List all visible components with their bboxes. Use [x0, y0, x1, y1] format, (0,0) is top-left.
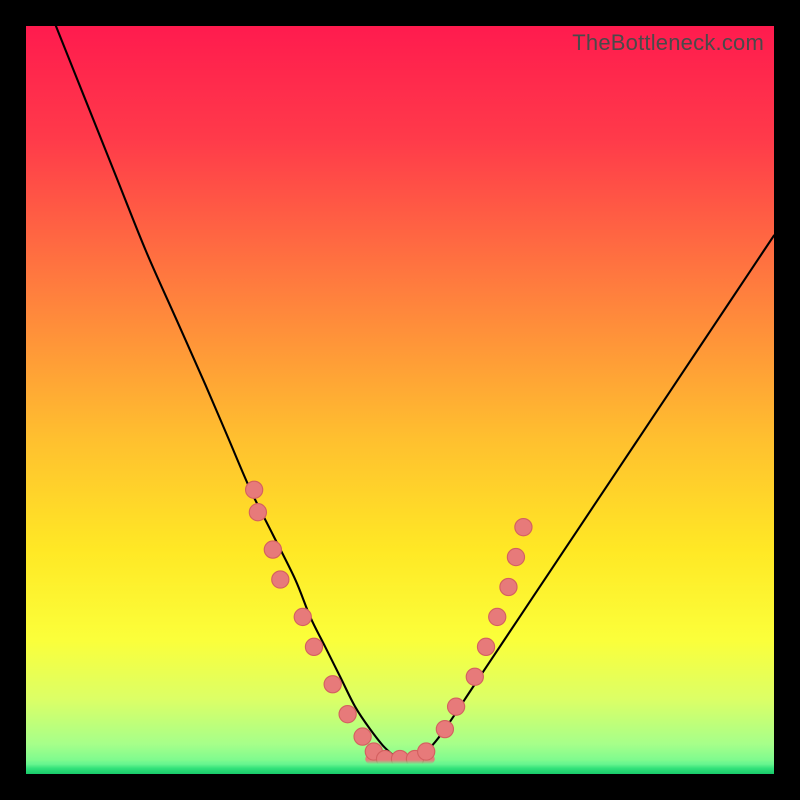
data-marker [305, 638, 322, 655]
bottleneck-curve [26, 26, 774, 774]
data-marker [447, 698, 464, 715]
data-marker [339, 706, 356, 723]
data-marker [500, 578, 517, 595]
watermark-text: TheBottleneck.com [572, 30, 764, 56]
data-marker [489, 608, 506, 625]
data-marker [294, 608, 311, 625]
data-marker [249, 504, 266, 521]
data-marker [507, 548, 524, 565]
plot-area: TheBottleneck.com [26, 26, 774, 774]
green-baseline [26, 760, 774, 774]
data-marker [264, 541, 281, 558]
data-marker [272, 571, 289, 588]
data-marker [324, 676, 341, 693]
data-marker [515, 519, 532, 536]
data-marker [466, 668, 483, 685]
data-marker [436, 721, 453, 738]
data-marker [246, 481, 263, 498]
chart-frame: TheBottleneck.com [0, 0, 800, 800]
data-marker [418, 743, 435, 760]
data-marker [354, 728, 371, 745]
data-marker [477, 638, 494, 655]
